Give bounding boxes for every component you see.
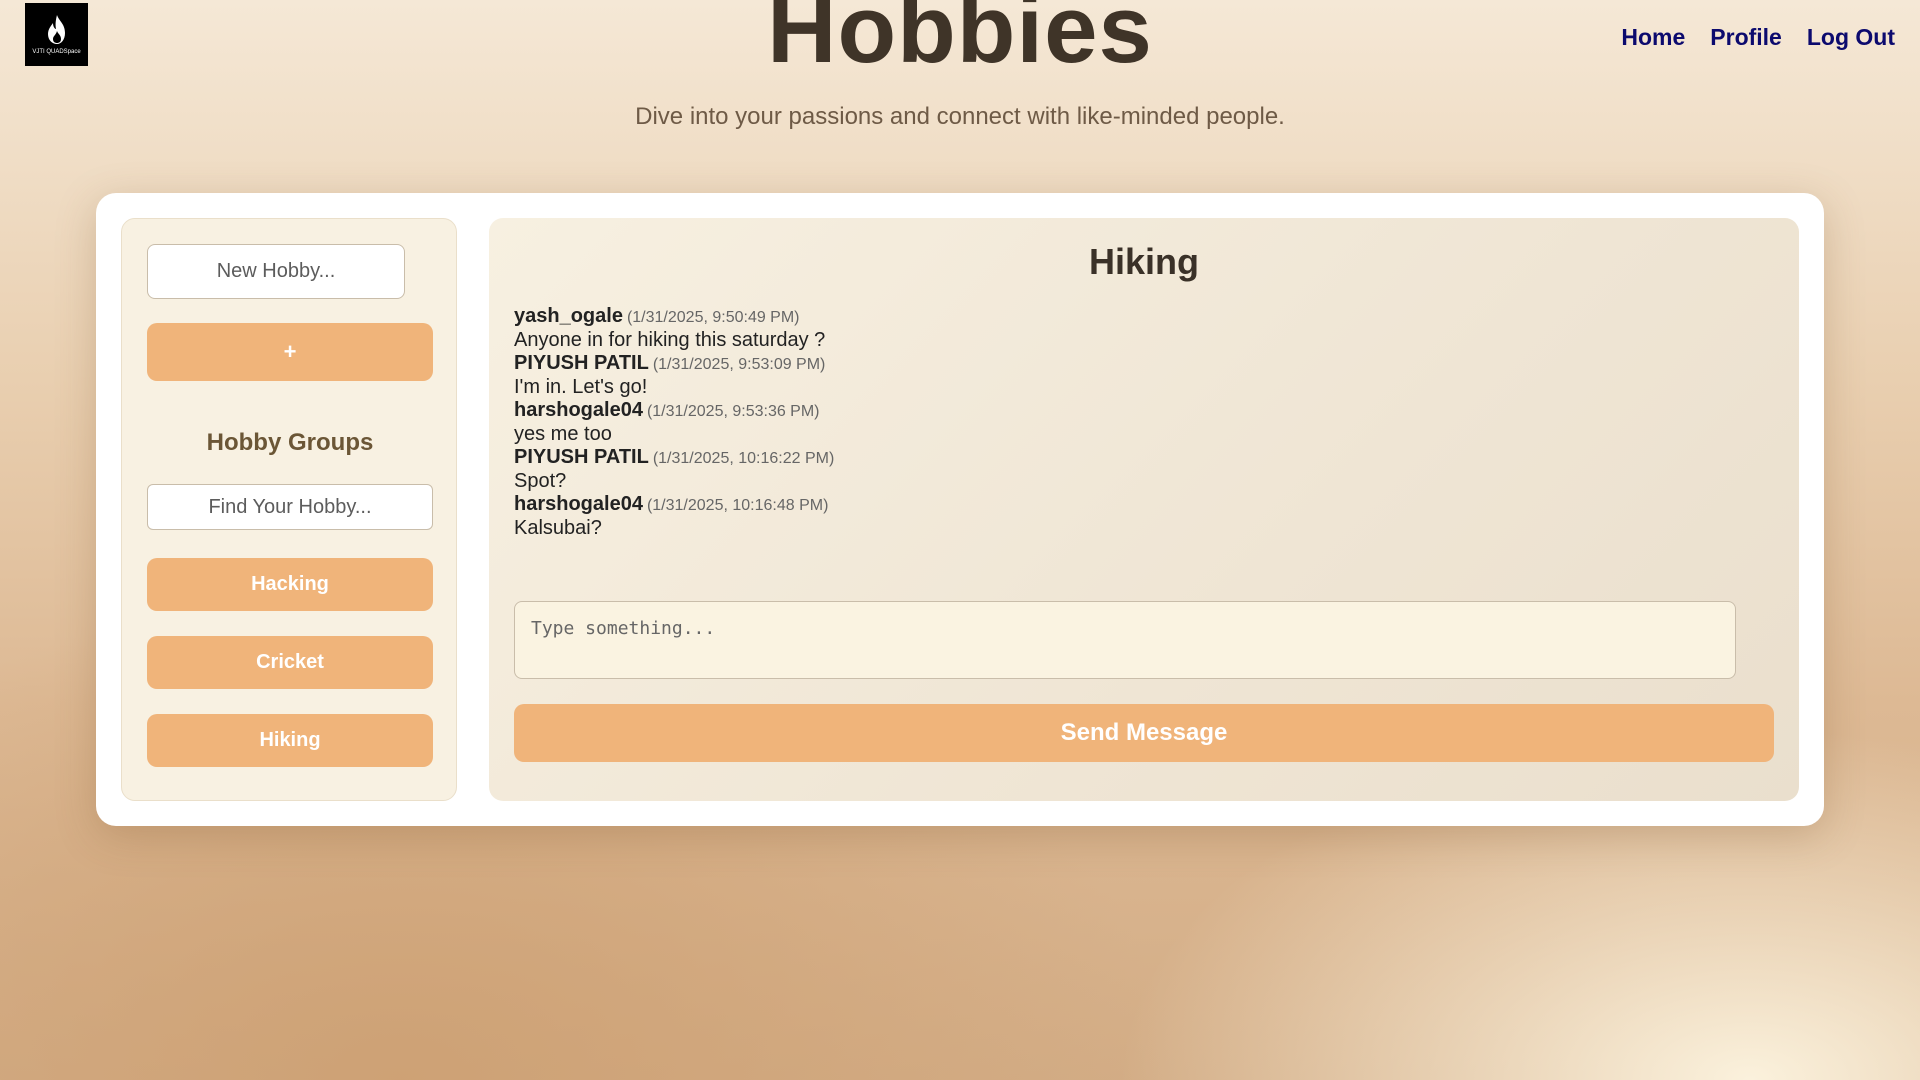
message-text: I'm in. Let's go! (514, 376, 648, 398)
message-timestamp: (1/31/2025, 10:16:48 PM) (646, 497, 829, 514)
message-item: harshogale04 (1/31/2025, 9:53:36 PM) yes … (514, 399, 1734, 446)
nav-profile-link[interactable]: Profile (1710, 24, 1782, 51)
hobby-group-hacking[interactable]: Hacking (147, 558, 433, 611)
message-item: harshogale04 (1/31/2025, 10:16:48 PM) Kal… (514, 493, 1734, 540)
nav-logout-link[interactable]: Log Out (1807, 24, 1895, 51)
page-subtitle: Dive into your passions and connect with… (635, 103, 1285, 130)
message-timestamp: (1/31/2025, 9:53:36 PM) (646, 403, 820, 420)
sidebar: + Hobby Groups Hacking Cricket Hiking (121, 218, 457, 801)
message-input[interactable] (514, 601, 1736, 679)
message-timestamp: (1/31/2025, 10:16:22 PM) (652, 450, 835, 467)
message-item: PIYUSH PATIL (1/31/2025, 10:16:22 PM) Spo… (514, 446, 1734, 493)
hobby-groups-heading: Hobby Groups (206, 429, 374, 456)
new-hobby-input[interactable] (147, 244, 405, 299)
find-hobby-input[interactable] (147, 484, 433, 530)
message-item: PIYUSH PATIL (1/31/2025, 9:53:09 PM) I'm … (514, 352, 1734, 399)
message-timestamp: (1/31/2025, 9:53:09 PM) (652, 356, 826, 373)
nav-home-link[interactable]: Home (1621, 24, 1685, 51)
hobby-group-cricket[interactable]: Cricket (147, 636, 433, 689)
hobby-group-hiking[interactable]: Hiking (147, 714, 433, 767)
message-timestamp: (1/31/2025, 9:50:49 PM) (626, 309, 800, 326)
message-username: yash_ogale (514, 305, 623, 327)
message-username: PIYUSH PATIL (514, 446, 649, 468)
main-card: + Hobby Groups Hacking Cricket Hiking Hi… (96, 193, 1824, 826)
message-text: yes me too (514, 423, 612, 445)
chat-title: Hiking (1088, 241, 1199, 282)
message-text: Spot? (514, 470, 567, 492)
chat-panel: Hiking yash_ogale (1/31/2025, 9:50:49 PM)… (489, 218, 1799, 801)
send-message-button[interactable]: Send Message (514, 704, 1774, 762)
add-hobby-button[interactable]: + (147, 323, 433, 381)
top-nav: Home Profile Log Out (1621, 24, 1895, 51)
message-text: Kalsubai? (514, 517, 602, 539)
message-username: PIYUSH PATIL (514, 352, 649, 374)
message-username: harshogale04 (514, 493, 643, 515)
message-username: harshogale04 (514, 399, 643, 421)
message-list: yash_ogale (1/31/2025, 9:50:49 PM) Anyone… (514, 305, 1734, 540)
message-text: Anyone in for hiking this saturday ? (514, 329, 826, 351)
message-item: yash_ogale (1/31/2025, 9:50:49 PM) Anyone… (514, 305, 1734, 352)
